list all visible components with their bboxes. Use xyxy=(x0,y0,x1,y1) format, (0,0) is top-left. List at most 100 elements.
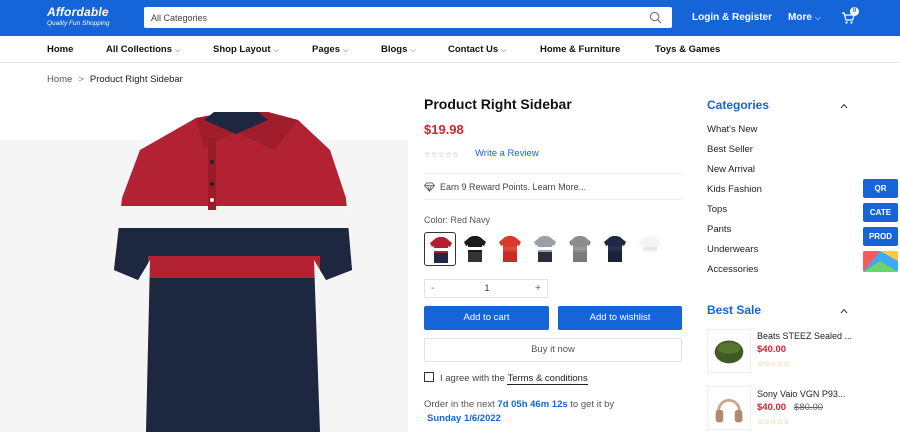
shirt-swatch-icon xyxy=(569,236,591,262)
nav-item-all-collections[interactable]: All Collections ⌵ xyxy=(106,44,180,55)
chevron-up-icon[interactable] xyxy=(839,101,849,111)
category-link-underwears[interactable]: Underwears xyxy=(707,244,758,255)
product-title: Product Right Sidebar xyxy=(424,96,572,112)
shirt-swatch-icon xyxy=(604,236,626,262)
chevron-down-icon: ⌵ xyxy=(174,47,181,54)
breadcrumb-separator: > xyxy=(78,74,84,85)
nav-item-pages[interactable]: Pages ⌵ xyxy=(312,44,348,55)
quantity-value[interactable]: 1 xyxy=(425,283,549,293)
shirt-swatch-icon xyxy=(639,236,661,262)
chevron-down-icon: ⌵ xyxy=(501,47,507,54)
chevron-up-icon[interactable] xyxy=(839,306,849,316)
category-link-new-arrival[interactable]: New Arrival xyxy=(707,164,755,175)
nav-item-shop-layout[interactable]: Shop Layout ⌵ xyxy=(213,44,279,55)
main-nav: Home All Collections ⌵ Shop Layout ⌵ Pages… xyxy=(0,36,900,63)
category-tool-button[interactable]: CATE xyxy=(863,203,898,222)
best-sale-rating-stars: ☆☆☆☆☆ xyxy=(757,361,790,368)
nav-item-label: Toys & Games xyxy=(655,44,721,55)
breadcrumb-home[interactable]: Home xyxy=(47,74,72,85)
color-swatch-black[interactable] xyxy=(459,232,491,266)
buy-now-button[interactable]: Buy it now xyxy=(424,338,682,362)
diamond-icon xyxy=(424,182,435,192)
color-swatch-navy[interactable] xyxy=(599,232,631,266)
delivery-date: Sunday 1/6/2022 xyxy=(427,413,501,424)
order-suffix: to get it by xyxy=(570,399,615,410)
chevron-down-icon: ⌵ xyxy=(343,47,349,54)
best-sale-product-name[interactable]: Sony Vaio VGN P93... xyxy=(757,389,845,399)
nav-item-label: Blogs xyxy=(381,44,408,55)
polo-shirt-image xyxy=(114,112,352,432)
agree-text: I agree with the xyxy=(440,373,505,384)
category-link-best-seller[interactable]: Best Seller xyxy=(707,144,753,155)
logo[interactable]: Affordable Quality Fun Shopping xyxy=(47,5,110,27)
quantity-decrease-button[interactable]: - xyxy=(431,283,434,294)
nav-item-home-furniture[interactable]: Home & Furniture xyxy=(540,44,620,55)
more-menu[interactable]: More ⌵ xyxy=(788,12,821,23)
product-tool-button[interactable]: PROD xyxy=(863,227,898,246)
cart-count-badge: 0 xyxy=(850,7,859,16)
write-review-link[interactable]: Write a Review xyxy=(475,148,539,159)
shirt-swatch-icon xyxy=(534,236,556,262)
best-sale-heading: Best Sale xyxy=(707,303,762,317)
category-link-pants[interactable]: Pants xyxy=(707,224,731,235)
color-swatch-red[interactable] xyxy=(494,232,526,266)
search-input[interactable] xyxy=(144,7,624,28)
product-thumbnail-speaker[interactable] xyxy=(707,329,751,373)
terms-checkbox[interactable] xyxy=(424,372,434,383)
color-swatch-grey[interactable] xyxy=(564,232,596,266)
qr-tool-button[interactable]: QR xyxy=(863,179,898,198)
quantity-increase-button[interactable]: + xyxy=(535,283,541,294)
app-logo-icon[interactable] xyxy=(863,251,898,272)
reward-points: Earn 9 Reward Points. Learn More... xyxy=(424,173,682,200)
chevron-down-icon: ⌵ xyxy=(410,47,416,54)
countdown-timer: 7d 05h 46m 12s xyxy=(497,399,568,410)
terms-agreement: I agree with the Terms & conditions xyxy=(424,372,588,385)
terms-link[interactable]: Terms & conditions xyxy=(507,373,588,385)
chevron-down-icon: ⌵ xyxy=(273,47,279,54)
best-sale-rating-stars: ☆☆☆☆☆ xyxy=(757,419,790,426)
search-icon[interactable] xyxy=(649,11,662,24)
category-link-tops[interactable]: Tops xyxy=(707,204,727,215)
shirt-swatch-icon xyxy=(430,237,452,263)
more-label: More xyxy=(788,12,812,23)
best-sale-product-name[interactable]: Beats STEEZ Sealed ... xyxy=(757,331,852,341)
login-register-link[interactable]: Login & Register xyxy=(692,12,772,23)
breadcrumb-current: Product Right Sidebar xyxy=(89,74,183,85)
product-thumbnail-headphones[interactable] xyxy=(707,386,751,430)
add-to-cart-button[interactable]: Add to cart xyxy=(424,306,549,330)
color-label: Color: Red Navy xyxy=(424,215,491,225)
chevron-down-icon: ⌵ xyxy=(814,13,821,22)
nav-item-label: Shop Layout xyxy=(213,44,271,55)
logo-tagline: Quality Fun Shopping xyxy=(47,20,110,27)
color-swatch-grey-stripe[interactable] xyxy=(529,232,561,266)
categories-heading: Categories xyxy=(707,98,770,112)
nav-item-toys-games[interactable]: Toys & Games xyxy=(655,44,720,55)
category-link-kids-fashion[interactable]: Kids Fashion xyxy=(707,184,762,195)
best-sale-product-price: $40.00 xyxy=(757,344,787,355)
nav-item-blogs[interactable]: Blogs ⌵ xyxy=(381,44,416,55)
shirt-swatch-icon xyxy=(499,236,521,262)
product-price: $19.98 xyxy=(424,122,464,137)
color-swatch-white[interactable] xyxy=(634,232,666,266)
nav-item-label: Contact Us xyxy=(448,44,499,55)
add-to-wishlist-button[interactable]: Add to wishlist xyxy=(558,306,682,330)
nav-item-label: Home & Furniture xyxy=(540,44,621,55)
best-sale-old-price: $80.00 xyxy=(794,402,824,413)
order-prefix: Order in the next xyxy=(424,399,495,410)
nav-item-home[interactable]: Home xyxy=(47,44,73,55)
quantity-stepper: 1 - + xyxy=(424,279,548,298)
logo-name: Affordable xyxy=(47,5,109,19)
nav-item-label: All Collections xyxy=(106,44,172,55)
breadcrumb: Home > Product Right Sidebar xyxy=(47,74,183,85)
nav-item-contact-us[interactable]: Contact Us ⌵ xyxy=(448,44,506,55)
top-bar: Affordable Quality Fun Shopping Login & … xyxy=(0,0,900,36)
color-swatch-red-navy[interactable] xyxy=(424,232,456,266)
category-link-accessories[interactable]: Accessories xyxy=(707,264,758,275)
category-link-whats-new[interactable]: What's New xyxy=(707,124,757,135)
shirt-swatch-icon xyxy=(464,236,486,262)
nav-item-label: Home xyxy=(47,44,74,55)
nav-item-label: Pages xyxy=(312,44,340,55)
search-bar xyxy=(144,7,672,28)
reward-text[interactable]: Earn 9 Reward Points. Learn More... xyxy=(440,182,586,192)
rating-stars: ☆☆☆☆☆ xyxy=(424,150,460,159)
